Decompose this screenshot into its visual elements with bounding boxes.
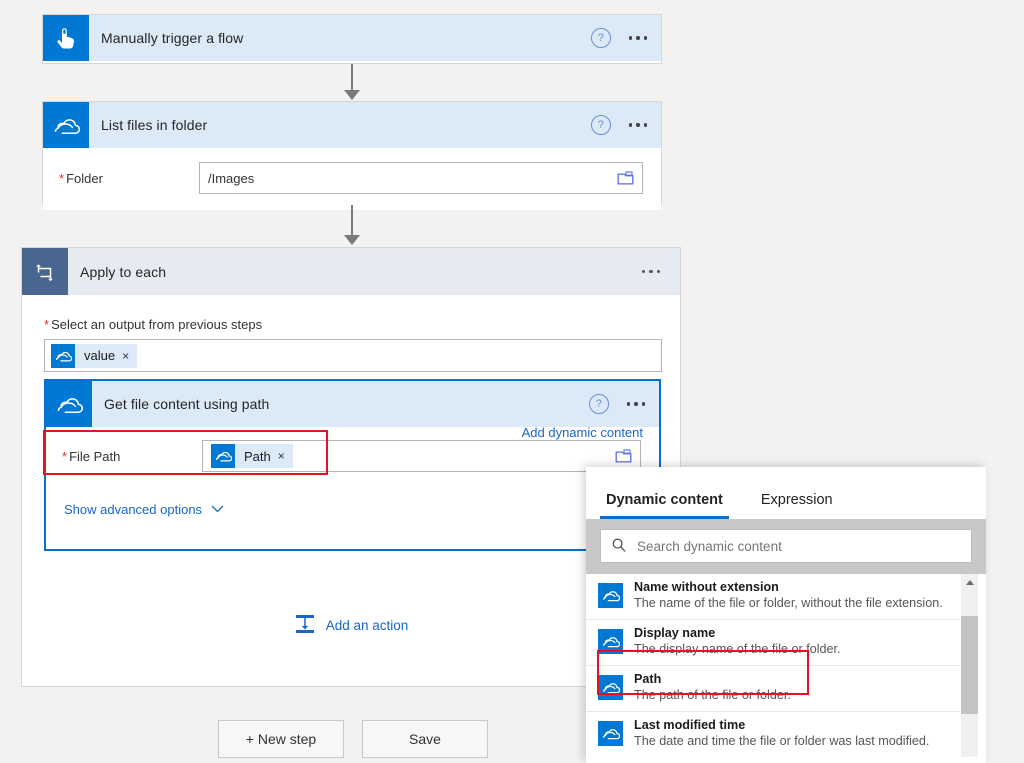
folder-picker-icon[interactable] — [617, 171, 634, 186]
list-item[interactable]: Last modified time The date and time the… — [586, 712, 960, 757]
folder-field-label: * Folder — [59, 170, 103, 186]
file-path-input[interactable]: Path × — [202, 440, 641, 472]
show-advanced-options-link[interactable]: Show advanced options — [64, 502, 202, 517]
help-icon[interactable]: ? — [588, 394, 609, 414]
required-asterisk: * — [62, 448, 68, 464]
ellipsis-icon[interactable] — [638, 269, 664, 274]
onedrive-cloud-icon — [211, 444, 235, 468]
flow-designer-canvas: Manually trigger a flow ? List files in … — [0, 0, 1024, 763]
onedrive-cloud-icon — [46, 381, 92, 427]
list-item-text: Last modified time The date and time the… — [634, 718, 929, 750]
ellipsis-icon[interactable] — [623, 402, 649, 406]
list-item-text: Display name The display name of the fil… — [634, 626, 841, 658]
list-item-description: The path of the file or folder. — [634, 688, 791, 702]
ellipsis-icon[interactable] — [625, 36, 651, 40]
help-icon[interactable]: ? — [590, 28, 611, 48]
add-action-icon — [294, 613, 316, 638]
help-icon[interactable]: ? — [590, 115, 611, 135]
search-area: Search dynamic content — [586, 519, 986, 574]
list-item-description: The display name of the file or folder. — [634, 642, 841, 656]
list-item[interactable]: Name without extension The name of the f… — [586, 574, 960, 620]
connector-arrow — [341, 64, 363, 100]
list-item-name: Path — [634, 672, 662, 686]
folder-field-row: * Folder /Images — [43, 148, 661, 210]
token-label: Path — [244, 448, 271, 464]
ellipsis-icon[interactable] — [625, 123, 651, 127]
onedrive-cloud-icon — [598, 583, 623, 608]
list-item-name: Name without extension — [634, 580, 779, 594]
card-header-actions: ? — [590, 15, 651, 61]
card-header-actions — [638, 248, 664, 295]
dynamic-content-list[interactable]: Name without extension The name of the f… — [586, 574, 986, 757]
tab-expression[interactable]: Expression — [755, 492, 839, 519]
search-icon — [611, 537, 627, 556]
folder-picker-icon[interactable] — [615, 449, 632, 464]
onedrive-cloud-icon — [51, 343, 75, 368]
select-output-section: * Select an output from previous steps — [22, 295, 680, 332]
card-body: * Folder /Images — [43, 148, 661, 210]
token-remove-icon[interactable]: × — [122, 349, 137, 363]
token-label: value — [84, 348, 116, 363]
onedrive-cloud-icon — [598, 675, 623, 700]
list-item-text: Path The path of the file or folder. — [634, 672, 791, 704]
select-output-label: * Select an output from previous steps — [44, 317, 263, 332]
list-item-description: The date and time the file or folder was… — [634, 734, 930, 748]
card-header: Manually trigger a flow ? — [43, 15, 661, 61]
scrollbar-thumb[interactable] — [961, 616, 978, 714]
search-placeholder: Search dynamic content — [637, 538, 782, 554]
card-body: * File Path Path × Add dynamic content S… — [46, 425, 659, 537]
search-input[interactable]: Search dynamic content — [600, 529, 972, 563]
new-step-button[interactable]: + New step — [218, 720, 344, 758]
select-output-input[interactable]: value × — [44, 339, 662, 372]
token-remove-icon[interactable]: × — [278, 449, 293, 463]
scroll-up-arrow-icon[interactable] — [961, 574, 978, 591]
loop-icon — [22, 248, 68, 295]
save-button[interactable]: Save — [362, 720, 488, 758]
list-item-text: Name without extension The name of the f… — [634, 580, 943, 612]
list-item-name: Display name — [634, 626, 716, 640]
add-an-action-label[interactable]: Add an action — [326, 618, 409, 633]
onedrive-cloud-icon — [598, 629, 623, 654]
card-header: Get file content using path ? — [46, 381, 659, 427]
file-path-field-label: * File Path — [62, 448, 121, 464]
dynamic-content-panel[interactable]: Dynamic content Expression Search dynami… — [586, 467, 986, 763]
list-item-name: Last modified time — [634, 718, 746, 732]
loop-header: Apply to each — [22, 248, 680, 295]
card-header-actions: ? — [588, 381, 649, 427]
card-title: Manually trigger a flow — [101, 30, 244, 46]
token-path[interactable]: Path × — [211, 444, 293, 468]
panel-tabs: Dynamic content Expression — [586, 467, 986, 519]
folder-input[interactable]: /Images — [199, 162, 643, 194]
chevron-down-icon[interactable] — [211, 501, 224, 516]
card-title: Get file content using path — [104, 396, 270, 412]
list-item[interactable]: Path The path of the file or folder. — [586, 666, 960, 712]
card-title: List files in folder — [101, 117, 208, 133]
onedrive-cloud-icon — [598, 721, 623, 746]
required-asterisk: * — [44, 317, 50, 332]
list-item-description: The name of the file or folder, without … — [634, 596, 943, 610]
tap-hand-icon — [43, 15, 89, 61]
token-value[interactable]: value × — [51, 343, 138, 368]
card-get-file-content-using-path[interactable]: Get file content using path ? * File Path — [44, 379, 661, 551]
card-list-files-in-folder[interactable]: List files in folder ? * Folder /Images — [42, 101, 662, 210]
card-header: List files in folder ? — [43, 102, 661, 148]
add-dynamic-content-link[interactable]: Add dynamic content — [522, 425, 643, 440]
show-advanced-options[interactable]: Show advanced options — [46, 485, 659, 537]
tab-dynamic-content[interactable]: Dynamic content — [600, 492, 729, 519]
panel-scrollbar[interactable] — [961, 574, 978, 757]
card-title: Apply to each — [80, 263, 167, 280]
add-an-action-button[interactable]: Add an action — [22, 613, 680, 638]
list-item[interactable]: Display name The display name of the fil… — [586, 620, 960, 666]
connector-arrow — [341, 205, 363, 245]
card-header-actions: ? — [590, 102, 651, 148]
card-apply-to-each[interactable]: Apply to each * Select an output from pre… — [21, 247, 681, 687]
required-asterisk: * — [59, 170, 65, 186]
onedrive-cloud-icon — [43, 102, 89, 148]
folder-input-value: /Images — [208, 170, 255, 186]
card-manually-trigger-a-flow[interactable]: Manually trigger a flow ? — [42, 14, 662, 64]
